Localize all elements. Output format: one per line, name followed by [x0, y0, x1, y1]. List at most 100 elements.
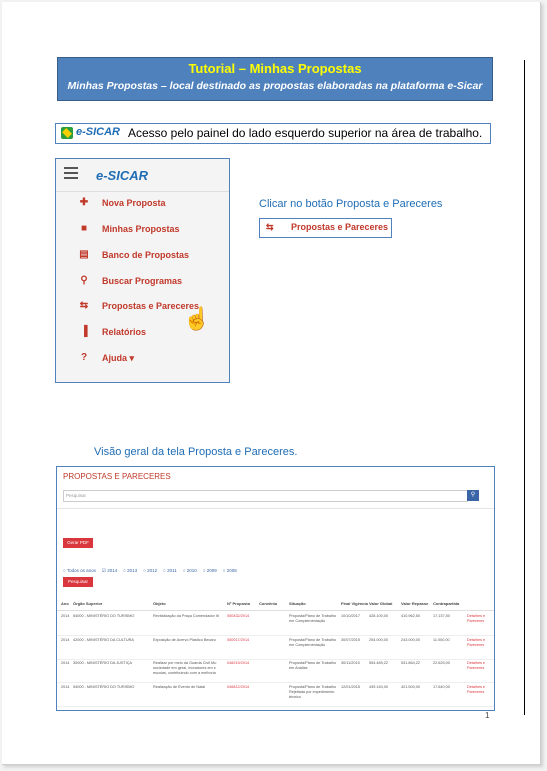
sidebar-item-label: Buscar Programas	[102, 276, 183, 286]
table-cell: 554.489,22	[369, 661, 389, 665]
table-cell: 243.000,00	[401, 638, 421, 642]
column-header[interactable]: Órgão Superior	[73, 601, 102, 606]
detalhes-link[interactable]: Detalhes e Pareceres	[467, 638, 493, 648]
files-icon: ▤	[79, 249, 89, 260]
column-header[interactable]: Convênio	[259, 601, 277, 606]
search-button[interactable]: ⚲	[467, 490, 479, 501]
access-note: e-SICAR Acesso pelo painel do lado esque…	[55, 123, 491, 144]
column-header[interactable]: Valor Repasse	[401, 601, 428, 606]
table-cell: Proposta/Plano de Trabalho em Complement…	[289, 614, 337, 623]
detalhes-link[interactable]: Detalhes e Pareceres	[467, 685, 493, 695]
year-filter-option[interactable]: ○ 2009	[203, 568, 217, 573]
table-cell: 30/11/2015	[341, 661, 360, 665]
column-header[interactable]: Ano	[61, 601, 69, 606]
row-divider	[57, 635, 494, 636]
table-cell: 439.140,00	[369, 685, 389, 689]
pesquisar-button[interactable]: Pesquisar	[63, 577, 93, 587]
row-divider	[57, 682, 494, 683]
table-cell: Realização de Evento de Natal	[153, 685, 206, 689]
table-cell: 12/01/2015	[341, 685, 361, 689]
sidebar-item-label: Relatórios	[102, 327, 147, 337]
detalhes-link[interactable]: Detalhes e Pareceres	[467, 614, 493, 624]
row-divider	[57, 706, 494, 707]
table-cell[interactable]: 046812/2014	[227, 685, 257, 690]
table-cell: 10/10/2017	[341, 614, 361, 618]
table-cell: 254.000,00	[369, 638, 389, 642]
retweet-icon: ⇆	[79, 300, 89, 311]
access-text: Acesso pelo painel do lado esquerdo supe…	[128, 126, 483, 140]
table-cell: 421.500,00	[401, 685, 421, 689]
propostas-pareceres-button[interactable]: ⇆ Propostas e Pareceres	[259, 218, 392, 238]
table-cell: 428.100,00	[369, 614, 389, 618]
search-input[interactable]: Pesquisar	[63, 490, 468, 502]
search-icon: ⚲	[80, 275, 88, 286]
divider	[57, 610, 494, 611]
year-filter-option[interactable]: ○ 2011	[163, 568, 177, 573]
table-cell: Realizar por meio da Guarda Civil Mu soc…	[153, 661, 217, 675]
divider	[57, 508, 494, 509]
column-header[interactable]: Nº Proposta	[227, 601, 250, 606]
column-header[interactable]: Final Vigência	[341, 601, 368, 606]
table-cell: 17.640,00	[433, 685, 450, 689]
column-header[interactable]: Contrapartida	[433, 601, 459, 606]
table-cell: Proposta/Plano de Trabalho em Complement…	[289, 638, 337, 647]
plus-icon: ✚	[79, 197, 89, 208]
hamburger-icon[interactable]	[64, 167, 78, 179]
gerar-pdf-button[interactable]: Gerar PDF	[63, 538, 93, 548]
table-cell: Exposição de Acervo Plástico Becaro	[153, 638, 216, 642]
table-cell: Proposta/Plano de Trabalho em Análise	[289, 661, 337, 670]
table-cell[interactable]: 050432/2014	[227, 614, 257, 619]
year-filter-option[interactable]: ○ 2008	[223, 568, 237, 573]
table-cell: 531.864,22	[401, 661, 421, 665]
year-filter-option[interactable]: ☑ 2014	[102, 568, 117, 573]
overview-caption: Visão geral da tela Proposta e Pareceres…	[94, 446, 298, 458]
year-filter-option[interactable]: ○ Todos os anos	[63, 568, 96, 573]
column-header[interactable]: Objeto	[153, 601, 166, 606]
retweet-icon: ⇆	[266, 222, 274, 232]
sidebar-menu-screenshot: e-SICAR ✚ Nova Proposta ■ Minhas Propost…	[55, 158, 230, 383]
margin-line	[524, 60, 525, 715]
sidebar-item-label: Banco de Propostas	[102, 250, 190, 260]
table-cell: 30/07/2015	[341, 638, 361, 642]
table-cell: 2014	[61, 685, 70, 689]
esicar-logo: e-SICAR	[76, 126, 121, 138]
year-filter-option[interactable]: ○ 2013	[123, 568, 137, 573]
folder-icon: ■	[80, 223, 88, 234]
column-header[interactable]: Valor Global	[369, 601, 392, 606]
table-cell[interactable]: 048219/2014	[227, 661, 257, 666]
table-cell: 410.962,50	[401, 614, 421, 618]
table-cell: Revitalização da Praça Comendador Iti	[153, 614, 219, 618]
table-cell: 42000 - MINISTÉRIO DA CULTURA	[73, 638, 134, 642]
row-divider	[57, 659, 494, 660]
esicar-logo: e-SICAR	[96, 168, 149, 183]
table-cell[interactable]: 050017/2014	[227, 638, 257, 643]
table-cell: 11.000,00	[433, 638, 450, 642]
table-cell: 22.625,00	[433, 661, 450, 665]
title-banner: Tutorial – Minhas Propostas Minhas Propo…	[57, 57, 493, 101]
detalhes-link[interactable]: Detalhes e Pareceres	[467, 661, 493, 671]
year-filter-option[interactable]: ○ 2012	[143, 568, 157, 573]
year-filters: ○ Todos os anos ☑ 2014 ○ 2013 ○ 2012 ○ 2011 ○…	[63, 568, 243, 574]
table-cell: 2014	[61, 638, 70, 642]
chart-icon: ▐	[80, 326, 88, 337]
table-cell: 2014	[61, 661, 70, 665]
year-filter-option[interactable]: ○ 2010	[183, 568, 197, 573]
sidebar-item-label: Ajuda ▾	[102, 353, 135, 363]
divider	[56, 191, 229, 192]
button-label: Propostas e Pareceres	[291, 222, 389, 232]
pointer-hand-icon: ☝	[183, 306, 211, 331]
table-cell: 2014	[61, 614, 70, 618]
table-cell: 17.137,50	[433, 614, 450, 618]
column-header[interactable]: Situação	[289, 601, 306, 606]
table-cell: 30000 - MINISTÉRIO DA JUSTIÇA	[73, 661, 133, 665]
propostas-pareceres-screenshot: PROPOSTAS E PARECERES Pesquisar ⚲ Gerar …	[56, 466, 495, 711]
table-cell: 54000 - MINISTÉRIO DO TURISMO	[73, 685, 135, 689]
sidebar-item-label: Nova Proposta	[102, 198, 166, 208]
brazil-flag-icon	[61, 127, 73, 139]
page-number: 1	[485, 711, 490, 720]
table-cell: 54000 - MINISTÉRIO DO TURISMO	[73, 614, 135, 618]
screen-title: PROPOSTAS E PARECERES	[63, 472, 171, 481]
table-cell: Proposta/Plano de Trabalho Rejeitada por…	[289, 685, 337, 699]
page-subtitle: Minhas Propostas – local destinado as pr…	[67, 80, 483, 92]
instruction-text: Clicar no botão Proposta e Pareceres	[259, 198, 443, 210]
